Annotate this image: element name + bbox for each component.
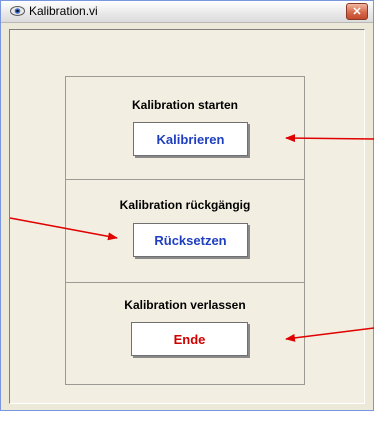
window: Kalibration.vi ✕ Kalibration starten Kal… (0, 0, 374, 411)
window-title: Kalibration.vi (29, 4, 98, 18)
close-button[interactable]: ✕ (346, 3, 368, 20)
title-bar[interactable]: Kalibration.vi ✕ (1, 1, 373, 23)
section-label-start: Kalibration starten (131, 98, 239, 112)
section-reset: Kalibration rückgängig Rücksetzen (66, 180, 304, 283)
exit-button[interactable]: Ende (131, 322, 248, 356)
section-exit: Kalibration verlassen Ende (66, 283, 304, 384)
reset-button[interactable]: Rücksetzen (133, 223, 248, 257)
section-start: Kalibration starten Kalibrieren (66, 77, 304, 180)
close-icon: ✕ (352, 6, 362, 18)
section-label-reset: Kalibration rückgängig (119, 198, 251, 212)
vi-eye-icon (10, 6, 25, 16)
calibrate-button[interactable]: Kalibrieren (133, 122, 248, 156)
client-area: Kalibration starten Kalibrieren Kalibrat… (9, 29, 365, 404)
control-panel: Kalibration starten Kalibrieren Kalibrat… (65, 76, 305, 385)
section-label-exit: Kalibration verlassen (124, 298, 246, 312)
